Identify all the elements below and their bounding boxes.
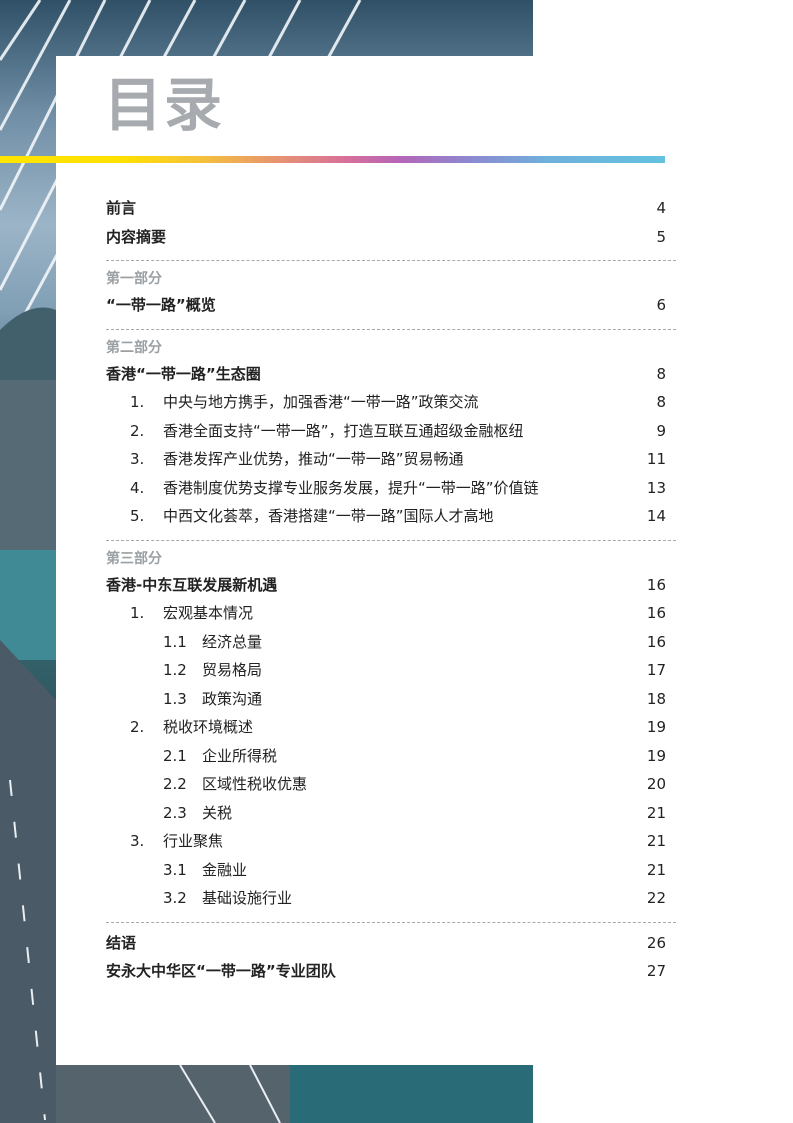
toc-entry-label: 税收环境概述 (163, 718, 254, 736)
toc-entry[interactable]: 内容摘要 5 (106, 223, 676, 252)
toc-entry-label: 金融业 (202, 860, 248, 879)
toc-entry[interactable]: 5. 中西文化荟萃，香港搭建“一带一路”国际人才高地 14 (106, 502, 676, 531)
toc-entry-number: 2. (130, 421, 145, 440)
section-divider (106, 260, 676, 261)
toc-entry-label: “一带一路”概览 (106, 296, 216, 314)
toc-entry-page-number: 6 (656, 296, 666, 314)
toc-entry-page-number: 14 (646, 507, 666, 525)
toc-entry[interactable]: 1.3 政策沟通 18 (106, 685, 676, 714)
toc-entry[interactable]: 前言 4 (106, 194, 676, 223)
toc-entry-page-number: 16 (646, 632, 666, 651)
toc-entry[interactable]: 2.3 关税 21 (106, 799, 676, 828)
toc-entry-page-number: 27 (646, 962, 666, 980)
toc-entry-number: 1.2 (163, 661, 187, 679)
toc-entry-page-number: 17 (646, 661, 666, 679)
toc-entry-label: 中央与地方携手，加强香港“一带一路”政策交流 (163, 393, 479, 411)
toc-entry-page-number: 20 (646, 775, 666, 793)
toc-entry-number: 2.2 (163, 775, 187, 793)
toc-entry[interactable]: “一带一路”概览 6 (106, 291, 676, 320)
toc-entry-page-number: 8 (656, 393, 666, 411)
toc-entry[interactable]: 2.2 区域性税收优惠 20 (106, 770, 676, 799)
toc-entry[interactable]: 2. 香港全面支持“一带一路”，打造互联互通超级金融枢纽 9 (106, 417, 676, 446)
toc-entry-label: 政策沟通 (202, 689, 263, 708)
toc-entry-page-number: 19 (646, 746, 666, 765)
toc-entry-page-number: 5 (656, 227, 666, 246)
toc-entry-label: 行业聚焦 (163, 832, 224, 850)
toc-entry-number: 2. (130, 718, 145, 736)
toc-entry-number: 3.1 (163, 860, 187, 879)
section-divider (106, 921, 676, 923)
toc-entry-number: 3. (130, 832, 145, 850)
toc-entry-number: 1.3 (163, 689, 187, 708)
toc-entry-number: 2.1 (163, 746, 187, 765)
toc-entry[interactable]: 香港-中东互联发展新机遇 16 (106, 571, 676, 600)
toc-entry-page-number: 8 (656, 364, 666, 383)
toc-entry-page-number: 19 (646, 718, 666, 736)
toc-entry-number: 5. (130, 507, 145, 525)
toc-entry-label: 内容摘要 (106, 227, 167, 246)
toc-entry-page-number: 13 (646, 478, 666, 497)
toc-entry-page-number: 18 (646, 689, 666, 708)
toc-entry-number: 4. (130, 478, 145, 497)
toc-entry[interactable]: 3. 香港发挥产业优势，推动“一带一路”贸易畅通 11 (106, 445, 676, 474)
toc-entry-label: 香港制度优势支撑专业服务发展，提升“一带一路”价值链 (163, 478, 539, 497)
toc-entry[interactable]: 3.1 金融业 21 (106, 856, 676, 885)
toc-entry-label: 中西文化荟萃，香港搭建“一带一路”国际人才高地 (163, 507, 494, 525)
toc-entry-page-number: 21 (646, 832, 666, 850)
toc-entry-page-number: 11 (646, 450, 666, 468)
toc-entry-label: 贸易格局 (202, 661, 263, 679)
toc-entry-label: 基础设施行业 (202, 889, 293, 907)
toc-entry-number: 1. (130, 393, 145, 411)
toc-entry-page-number: 4 (656, 199, 666, 217)
toc-entry-number: 3.2 (163, 889, 187, 907)
toc-entry-label: 企业所得税 (202, 746, 278, 765)
toc-entry[interactable]: 1.1 经济总量 16 (106, 628, 676, 657)
toc-entry-label: 前言 (106, 199, 137, 217)
toc-entry-page-number: 22 (646, 889, 666, 907)
toc-entry[interactable]: 4. 香港制度优势支撑专业服务发展，提升“一带一路”价值链 13 (106, 474, 676, 503)
toc-entry-number: 1. (130, 604, 145, 622)
toc-entry[interactable]: 3.2 基础设施行业 22 (106, 884, 676, 913)
section-divider (106, 328, 676, 330)
toc-entry-label: 关税 (202, 803, 233, 822)
toc-entry-page-number: 26 (646, 933, 666, 952)
toc-entry-label: 香港-中东互联发展新机遇 (106, 575, 278, 594)
section-divider (106, 539, 676, 541)
toc-entry-page-number: 9 (656, 421, 666, 440)
toc-entry-number: 2.3 (163, 803, 187, 822)
part-heading: 第一部分 (106, 271, 162, 287)
toc-entry-page-number: 16 (646, 604, 666, 622)
toc-entry-label: 香港全面支持“一带一路”，打造互联互通超级金融枢纽 (163, 421, 524, 440)
toc-entry[interactable]: 2.1 企业所得税 19 (106, 742, 676, 771)
toc-entry-label: 结语 (106, 933, 137, 952)
toc-entry-number: 1.1 (163, 632, 187, 651)
toc-entry[interactable]: 1. 宏观基本情况 16 (106, 599, 676, 628)
toc-entry-number: 3. (130, 450, 145, 468)
toc-entry-label: 香港“一带一路”生态圈 (106, 364, 261, 383)
toc-entry[interactable]: 香港“一带一路”生态圈 8 (106, 360, 676, 389)
toc-entry[interactable]: 安永大中华区“一带一路”专业团队 27 (106, 957, 676, 986)
toc-entry[interactable]: 3. 行业聚焦 21 (106, 827, 676, 856)
toc-entry-label: 香港发挥产业优势，推动“一带一路”贸易畅通 (163, 450, 464, 468)
toc-entry-page-number: 21 (646, 803, 666, 822)
page-title: 目录 (104, 71, 225, 139)
toc-entry-label: 经济总量 (202, 632, 263, 651)
toc-entry-label: 安永大中华区“一带一路”专业团队 (106, 962, 336, 980)
part-heading: 第三部分 (106, 550, 162, 567)
rainbow-divider-bar (0, 156, 665, 163)
toc-entry[interactable]: 结语 26 (106, 929, 676, 958)
toc-entry[interactable]: 1. 中央与地方携手，加强香港“一带一路”政策交流 8 (106, 388, 676, 417)
toc-entry[interactable]: 2. 税收环境概述 19 (106, 713, 676, 742)
toc-entry-page-number: 16 (646, 575, 666, 594)
toc-entry-page-number: 21 (646, 860, 666, 879)
toc-entry[interactable]: 1.2 贸易格局 17 (106, 656, 676, 685)
toc-entry-label: 宏观基本情况 (163, 604, 254, 622)
table-of-contents: 前言 4 内容摘要 5 第一部分 “一带一路”概览 6 第二部分香港“一带一路”生态圈 8 1. 中… (106, 194, 676, 986)
part-heading: 第二部分 (106, 339, 162, 356)
toc-entry-label: 区域性税收优惠 (202, 775, 308, 793)
